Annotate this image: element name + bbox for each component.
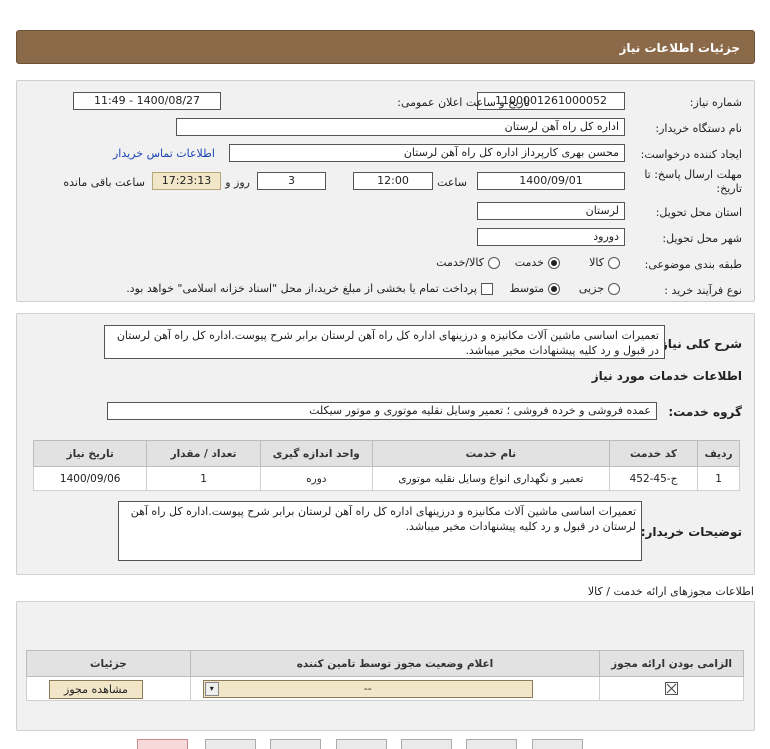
category-option-goods-service-label: کالا/خدمت: [436, 256, 484, 269]
process-option-minor-label: جزیی: [578, 282, 604, 295]
footer-button-2[interactable]: [205, 739, 256, 749]
services-title: اطلاعات خدمات مورد نیاز: [591, 369, 742, 383]
footer-button-1[interactable]: [137, 739, 188, 749]
permits-table: الزامی بودن ارائه مجوز اعلام وضعیت مجوز …: [26, 650, 744, 701]
cell-row: 1: [697, 466, 740, 491]
permit-required-checkbox[interactable]: [665, 682, 679, 695]
table-row[interactable]: 1 ج-45-452 تعمیر و نگهداری انواع وسایل ن…: [32, 466, 740, 491]
cell-permit-details: مشاهده مجوز: [26, 676, 191, 701]
cell-quantity: 1: [146, 466, 261, 491]
radio-goods-service[interactable]: [488, 256, 500, 269]
cell-need-date: 1400/09/06: [32, 466, 148, 491]
description-label: شرح کلی نیاز:: [656, 337, 742, 351]
process-label: نوع فرآیند خرید :: [664, 284, 742, 297]
buyer-notes-label: توضیحات خریدار:: [640, 525, 742, 539]
footer-button-6[interactable]: [466, 739, 517, 749]
announce-label: تاریخ و ساعت اعلان عمومی:: [397, 96, 530, 109]
cell-service-code: ج-45-452: [608, 466, 699, 491]
permit-row: -- ▾ مشاهده مجوز: [26, 676, 744, 701]
buyer-contact-link[interactable]: اطلاعات تماس خریدار: [113, 147, 215, 160]
col-permit-status: اعلام وضعیت مجوز توسط تامین کننده: [189, 650, 601, 677]
col-need-date: تاریخ نیاز: [32, 440, 148, 467]
category-option-service-label: خدمت: [514, 256, 544, 269]
need-number-label: شماره نیاز:: [689, 96, 742, 109]
page-title: جزئیات اطلاعات نیاز: [619, 41, 740, 55]
service-group-label: گروه خدمت:: [668, 405, 742, 419]
category-option-service[interactable]: خدمت: [515, 256, 560, 269]
province-field[interactable]: لرستان: [477, 202, 625, 220]
province-label: استان محل تحویل:: [655, 206, 742, 219]
days-label: روز و: [225, 176, 250, 189]
permits-title: اطلاعات مجوزهای ارائه خدمت / کالا: [587, 585, 754, 598]
footer-button-4[interactable]: [336, 739, 387, 749]
col-quantity: تعداد / مقدار: [146, 440, 261, 467]
buyer-notes-textarea[interactable]: تعمیرات اساسی ماشین آلات مکانیزه و درزین…: [118, 501, 642, 561]
deadline-time-field[interactable]: 12:00: [353, 172, 433, 190]
col-service-name: نام خدمت: [371, 440, 610, 467]
services-table-header: ردیف کد خدمت نام خدمت واحد اندازه گیری ت…: [32, 440, 740, 467]
services-table: ردیف کد خدمت نام خدمت واحد اندازه گیری ت…: [32, 440, 740, 491]
permit-status-value: --: [363, 682, 372, 695]
remaining-label: ساعت باقی مانده: [63, 176, 145, 189]
page-header: جزئیات اطلاعات نیاز: [16, 30, 755, 64]
category-label: طبقه بندی موضوعی:: [644, 258, 742, 271]
category-option-goods-service[interactable]: کالا/خدمت: [436, 256, 500, 269]
deadline-date-field[interactable]: 1400/09/01: [477, 172, 625, 190]
col-permit-required: الزامی بودن ارائه مجوز: [599, 650, 744, 677]
cell-service-name: تعمیر و نگهداری انواع وسایل نقلیه موتوری: [371, 466, 610, 491]
category-option-goods-label: کالا: [589, 256, 604, 269]
col-service-code: کد خدمت: [608, 440, 699, 467]
requester-field[interactable]: محسن بهری کارپرداز اداره کل راه آهن لرست…: [229, 144, 625, 162]
col-row: ردیف: [697, 440, 740, 467]
city-label: شهر محل تحویل:: [662, 232, 742, 245]
process-option-minor[interactable]: جزیی: [579, 282, 620, 295]
radio-goods[interactable]: [608, 256, 620, 269]
radio-medium[interactable]: [548, 282, 560, 295]
deadline-time-label: ساعت: [437, 176, 467, 189]
requester-label: ایجاد کننده درخواست:: [640, 148, 742, 161]
service-group-field[interactable]: عمده فروشی و خرده فروشی ؛ تعمیر وسایل نق…: [107, 402, 657, 420]
treasury-checkbox[interactable]: [481, 282, 493, 295]
buyer-org-label: نام دستگاه خریدار:: [655, 122, 742, 135]
city-field[interactable]: دورود: [477, 228, 625, 246]
deadline-date-label: تاریخ:: [716, 182, 742, 195]
treasury-payment-option[interactable]: پرداخت تمام یا بخشی از مبلغ خرید،از محل …: [126, 282, 493, 295]
permit-status-select[interactable]: -- ▾: [202, 680, 533, 698]
deadline-label: مهلت ارسال پاسخ: تا: [644, 168, 742, 181]
process-option-medium-label: متوسط: [509, 282, 544, 295]
process-option-medium[interactable]: متوسط: [509, 282, 560, 295]
cell-unit: دوره: [259, 466, 373, 491]
treasury-payment-note: پرداخت تمام یا بخشی از مبلغ خرید،از محل …: [126, 282, 477, 295]
col-unit: واحد اندازه گیری: [259, 440, 373, 467]
view-permit-button[interactable]: مشاهده مجوز: [49, 680, 143, 699]
category-option-goods[interactable]: کالا: [589, 256, 620, 269]
buyer-org-field[interactable]: اداره کل راه آهن لرستان: [176, 118, 625, 136]
cell-permit-status: -- ▾: [189, 676, 601, 701]
footer-button-3[interactable]: [270, 739, 321, 749]
permits-table-header: الزامی بودن ارائه مجوز اعلام وضعیت مجوز …: [26, 650, 744, 677]
description-textarea[interactable]: تعمیرات اساسی ماشین آلات مکانیزه و درزین…: [104, 325, 665, 359]
footer-button-7[interactable]: [532, 739, 583, 749]
cell-permit-required: [599, 676, 744, 701]
radio-service[interactable]: [548, 256, 560, 269]
remaining-time-field: 17:23:13: [152, 172, 221, 190]
radio-minor[interactable]: [608, 282, 620, 295]
col-permit-details: جزئیات: [26, 650, 191, 677]
chevron-down-icon[interactable]: ▾: [204, 682, 219, 696]
announce-datetime-field[interactable]: 1400/08/27 - 11:49: [73, 92, 221, 110]
days-remaining-field[interactable]: 3: [257, 172, 326, 190]
footer-button-5[interactable]: [401, 739, 452, 749]
